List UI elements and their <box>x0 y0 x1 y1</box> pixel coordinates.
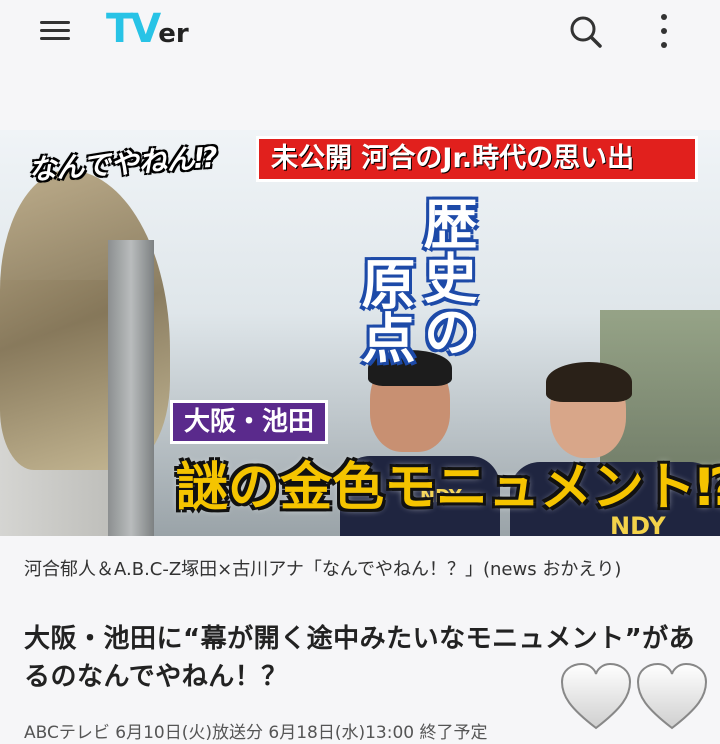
logo-tv-text: TV <box>106 6 161 52</box>
vertical-col2: 原点 <box>352 256 415 364</box>
hamburger-menu-icon[interactable] <box>38 16 72 44</box>
thumbnail-location-tag: 大阪・池田 <box>170 400 328 444</box>
search-icon[interactable] <box>566 12 606 52</box>
app-header: TVer <box>0 0 720 62</box>
thumbnail-vertical-title: 歴史の 原点 <box>176 196 477 386</box>
heart-icon[interactable] <box>560 662 710 732</box>
vertical-col1: 歴史の <box>414 196 477 358</box>
logo-er-text: er <box>158 19 189 49</box>
thumbnail-gold-headline: 謎の金色モニュメント⁉ <box>176 458 720 518</box>
more-vertical-icon[interactable] <box>650 10 678 52</box>
tver-logo[interactable]: TVer <box>106 6 189 52</box>
program-name[interactable]: 河合郁人＆A.B.C-Z塚田×古川アナ「なんでやねん！？」(news おかえり) <box>24 556 700 584</box>
thumbnail-red-banner: 未公開 河合のJr.時代の思い出 <box>256 136 698 182</box>
monument-pillar <box>108 240 154 536</box>
